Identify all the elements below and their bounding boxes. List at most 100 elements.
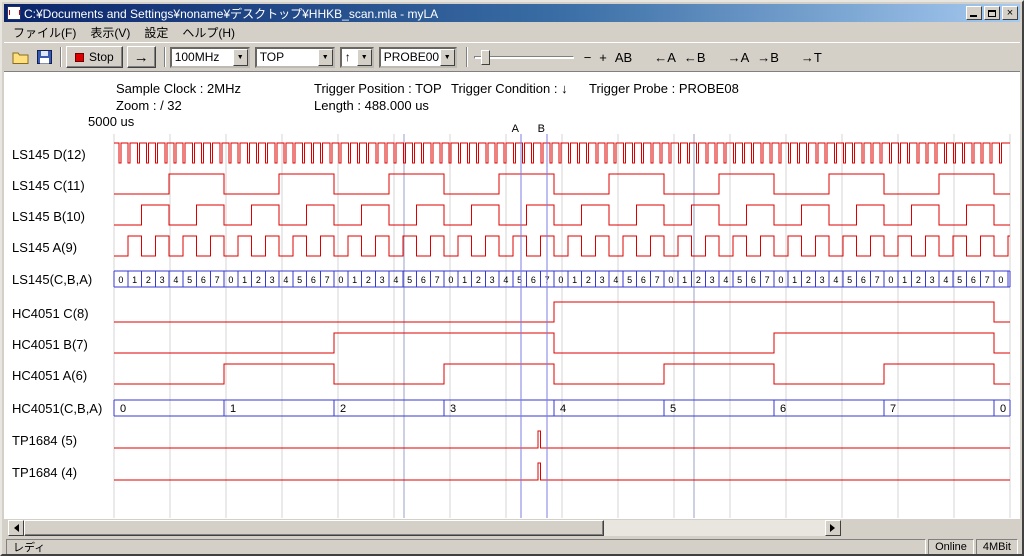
trigger-probe-info: Trigger Probe : PROBE08	[589, 81, 739, 96]
sample-clock-select[interactable]: 100MHz ▼	[170, 47, 250, 68]
bus-value: 6	[421, 275, 426, 285]
zoom-in-button[interactable]: +	[595, 49, 611, 66]
bus-value: 0	[338, 275, 343, 285]
bus-value: 6	[971, 275, 976, 285]
bus-value: 4	[723, 275, 728, 285]
chevron-down-icon[interactable]: ▼	[233, 49, 248, 66]
scroll-right-icon	[830, 524, 839, 532]
bus-value: 3	[930, 275, 935, 285]
ab-button[interactable]: AB	[611, 49, 636, 66]
bus-value: 5	[407, 275, 412, 285]
bus-value: 3	[490, 275, 495, 285]
bus-value: 3	[820, 275, 825, 285]
bus-value: 1	[572, 275, 577, 285]
bus-value: 2	[916, 275, 921, 285]
status-bar: レディ Online 4MBit	[4, 538, 1020, 556]
waveform-client-area: Sample Clock : 2MHz Trigger Position : T…	[4, 72, 1020, 519]
goto-marker-a-right-button[interactable]: →A	[724, 49, 754, 66]
marker-label-a: A	[512, 123, 520, 135]
goto-marker-b-right-button[interactable]: →B	[753, 49, 783, 66]
bus-value: 3	[710, 275, 715, 285]
zoom-out-button[interactable]: −	[580, 49, 596, 66]
bus-value: 5	[957, 275, 962, 285]
bus-value: 5	[187, 275, 192, 285]
bus-value: 1	[902, 275, 907, 285]
channel-label: HC4051 C(8)	[12, 306, 89, 321]
scroll-left-icon	[10, 524, 19, 532]
bus-value: 7	[435, 275, 440, 285]
bus-value: 1	[462, 275, 467, 285]
app-window: C:¥Documents and Settings¥noname¥デスクトップ¥…	[0, 0, 1024, 556]
channel-label: LS145 D(12)	[12, 147, 86, 162]
status-message: レディ	[6, 539, 926, 555]
channel-row: HC4051 B(7)	[12, 333, 1010, 353]
sample-clock-value: 100MHz	[172, 50, 233, 64]
bus-value: 7	[215, 275, 220, 285]
bus-value: 1	[242, 275, 247, 285]
horizontal-scrollbar[interactable]	[8, 520, 841, 536]
channel-row: HC4051 A(6)	[12, 364, 1010, 384]
scroll-right-button[interactable]	[825, 520, 841, 536]
channel-row: HC4051 C(8)	[12, 302, 1010, 322]
menu-view[interactable]: 表示(V)	[83, 22, 137, 43]
menu-file[interactable]: ファイル(F)	[6, 22, 83, 43]
channel-row: LS145 C(11)	[12, 174, 1010, 194]
channel-label: LS145 B(10)	[12, 209, 85, 224]
zoom-slider-thumb[interactable]	[481, 50, 490, 65]
menu-help[interactable]: ヘルプ(H)	[175, 22, 242, 43]
scrollbar-strip	[4, 519, 1020, 537]
minimize-icon	[970, 15, 977, 17]
goto-marker-a-left-button[interactable]: ←A	[650, 49, 680, 66]
bus-value: 2	[806, 275, 811, 285]
bus-value: 0	[118, 275, 123, 285]
bus-value: 7	[325, 275, 330, 285]
stop-icon	[75, 53, 84, 62]
channel-row: TP1684 (5)	[12, 431, 1010, 448]
scroll-left-button[interactable]	[8, 520, 24, 536]
minimize-button[interactable]	[966, 6, 982, 20]
chevron-down-icon[interactable]: ▼	[440, 49, 455, 66]
title-bar: C:¥Documents and Settings¥noname¥デスクトップ¥…	[4, 4, 1020, 22]
window-title: C:¥Documents and Settings¥noname¥デスクトップ¥…	[24, 5, 964, 22]
trigger-edge-select[interactable]: ↑ ▼	[340, 47, 374, 68]
bus-value: 6	[751, 275, 756, 285]
stop-label: Stop	[89, 50, 114, 64]
bus-value: 1	[230, 403, 236, 415]
maximize-icon	[988, 10, 996, 17]
scrollbar-thumb[interactable]	[24, 520, 604, 536]
maximize-button[interactable]	[984, 6, 1000, 20]
bus-value: 5	[737, 275, 742, 285]
bus-value: 5	[847, 275, 852, 285]
trigger-edge-value: ↑	[342, 50, 357, 64]
trigger-probe-select[interactable]: PROBE00 ▼	[379, 47, 457, 68]
bus-value: 0	[998, 275, 1003, 285]
run-button[interactable]: →	[127, 46, 156, 68]
app-icon	[7, 6, 21, 20]
toolbar: Stop → 100MHz ▼ TOP ▼ ↑ ▼ PROBE00 ▼ − + …	[4, 42, 1020, 72]
channel-label: LS145 C(11)	[12, 178, 85, 193]
channel-row: LS145 D(12)	[12, 143, 1010, 163]
open-folder-icon	[12, 50, 29, 64]
online-status: Online	[928, 539, 974, 555]
bus-value: 4	[503, 275, 508, 285]
bus-value: 3	[270, 275, 275, 285]
bus-value: 6	[311, 275, 316, 285]
bus-value: 5	[297, 275, 302, 285]
save-button[interactable]	[32, 46, 56, 68]
goto-trigger-button[interactable]: →T	[797, 49, 826, 66]
zoom-slider[interactable]	[474, 47, 574, 67]
chevron-down-icon[interactable]: ▼	[357, 49, 372, 66]
bus-value: 0	[888, 275, 893, 285]
trigger-position-select[interactable]: TOP ▼	[255, 47, 335, 68]
chevron-down-icon[interactable]: ▼	[318, 49, 333, 66]
channel-row: LS145 B(10)	[12, 205, 1010, 225]
bus-value: 5	[627, 275, 632, 285]
close-button[interactable]: ×	[1002, 6, 1018, 20]
menu-settings[interactable]: 設定	[137, 22, 175, 43]
floppy-disk-icon	[37, 50, 52, 64]
open-button[interactable]	[8, 46, 32, 68]
bus-value: 4	[613, 275, 618, 285]
goto-marker-b-left-button[interactable]: ←B	[680, 49, 710, 66]
waveform-canvas: LS145 D(12)LS145 C(11)LS145 B(10)LS145 A…	[4, 122, 1020, 519]
stop-button[interactable]: Stop	[66, 46, 123, 68]
